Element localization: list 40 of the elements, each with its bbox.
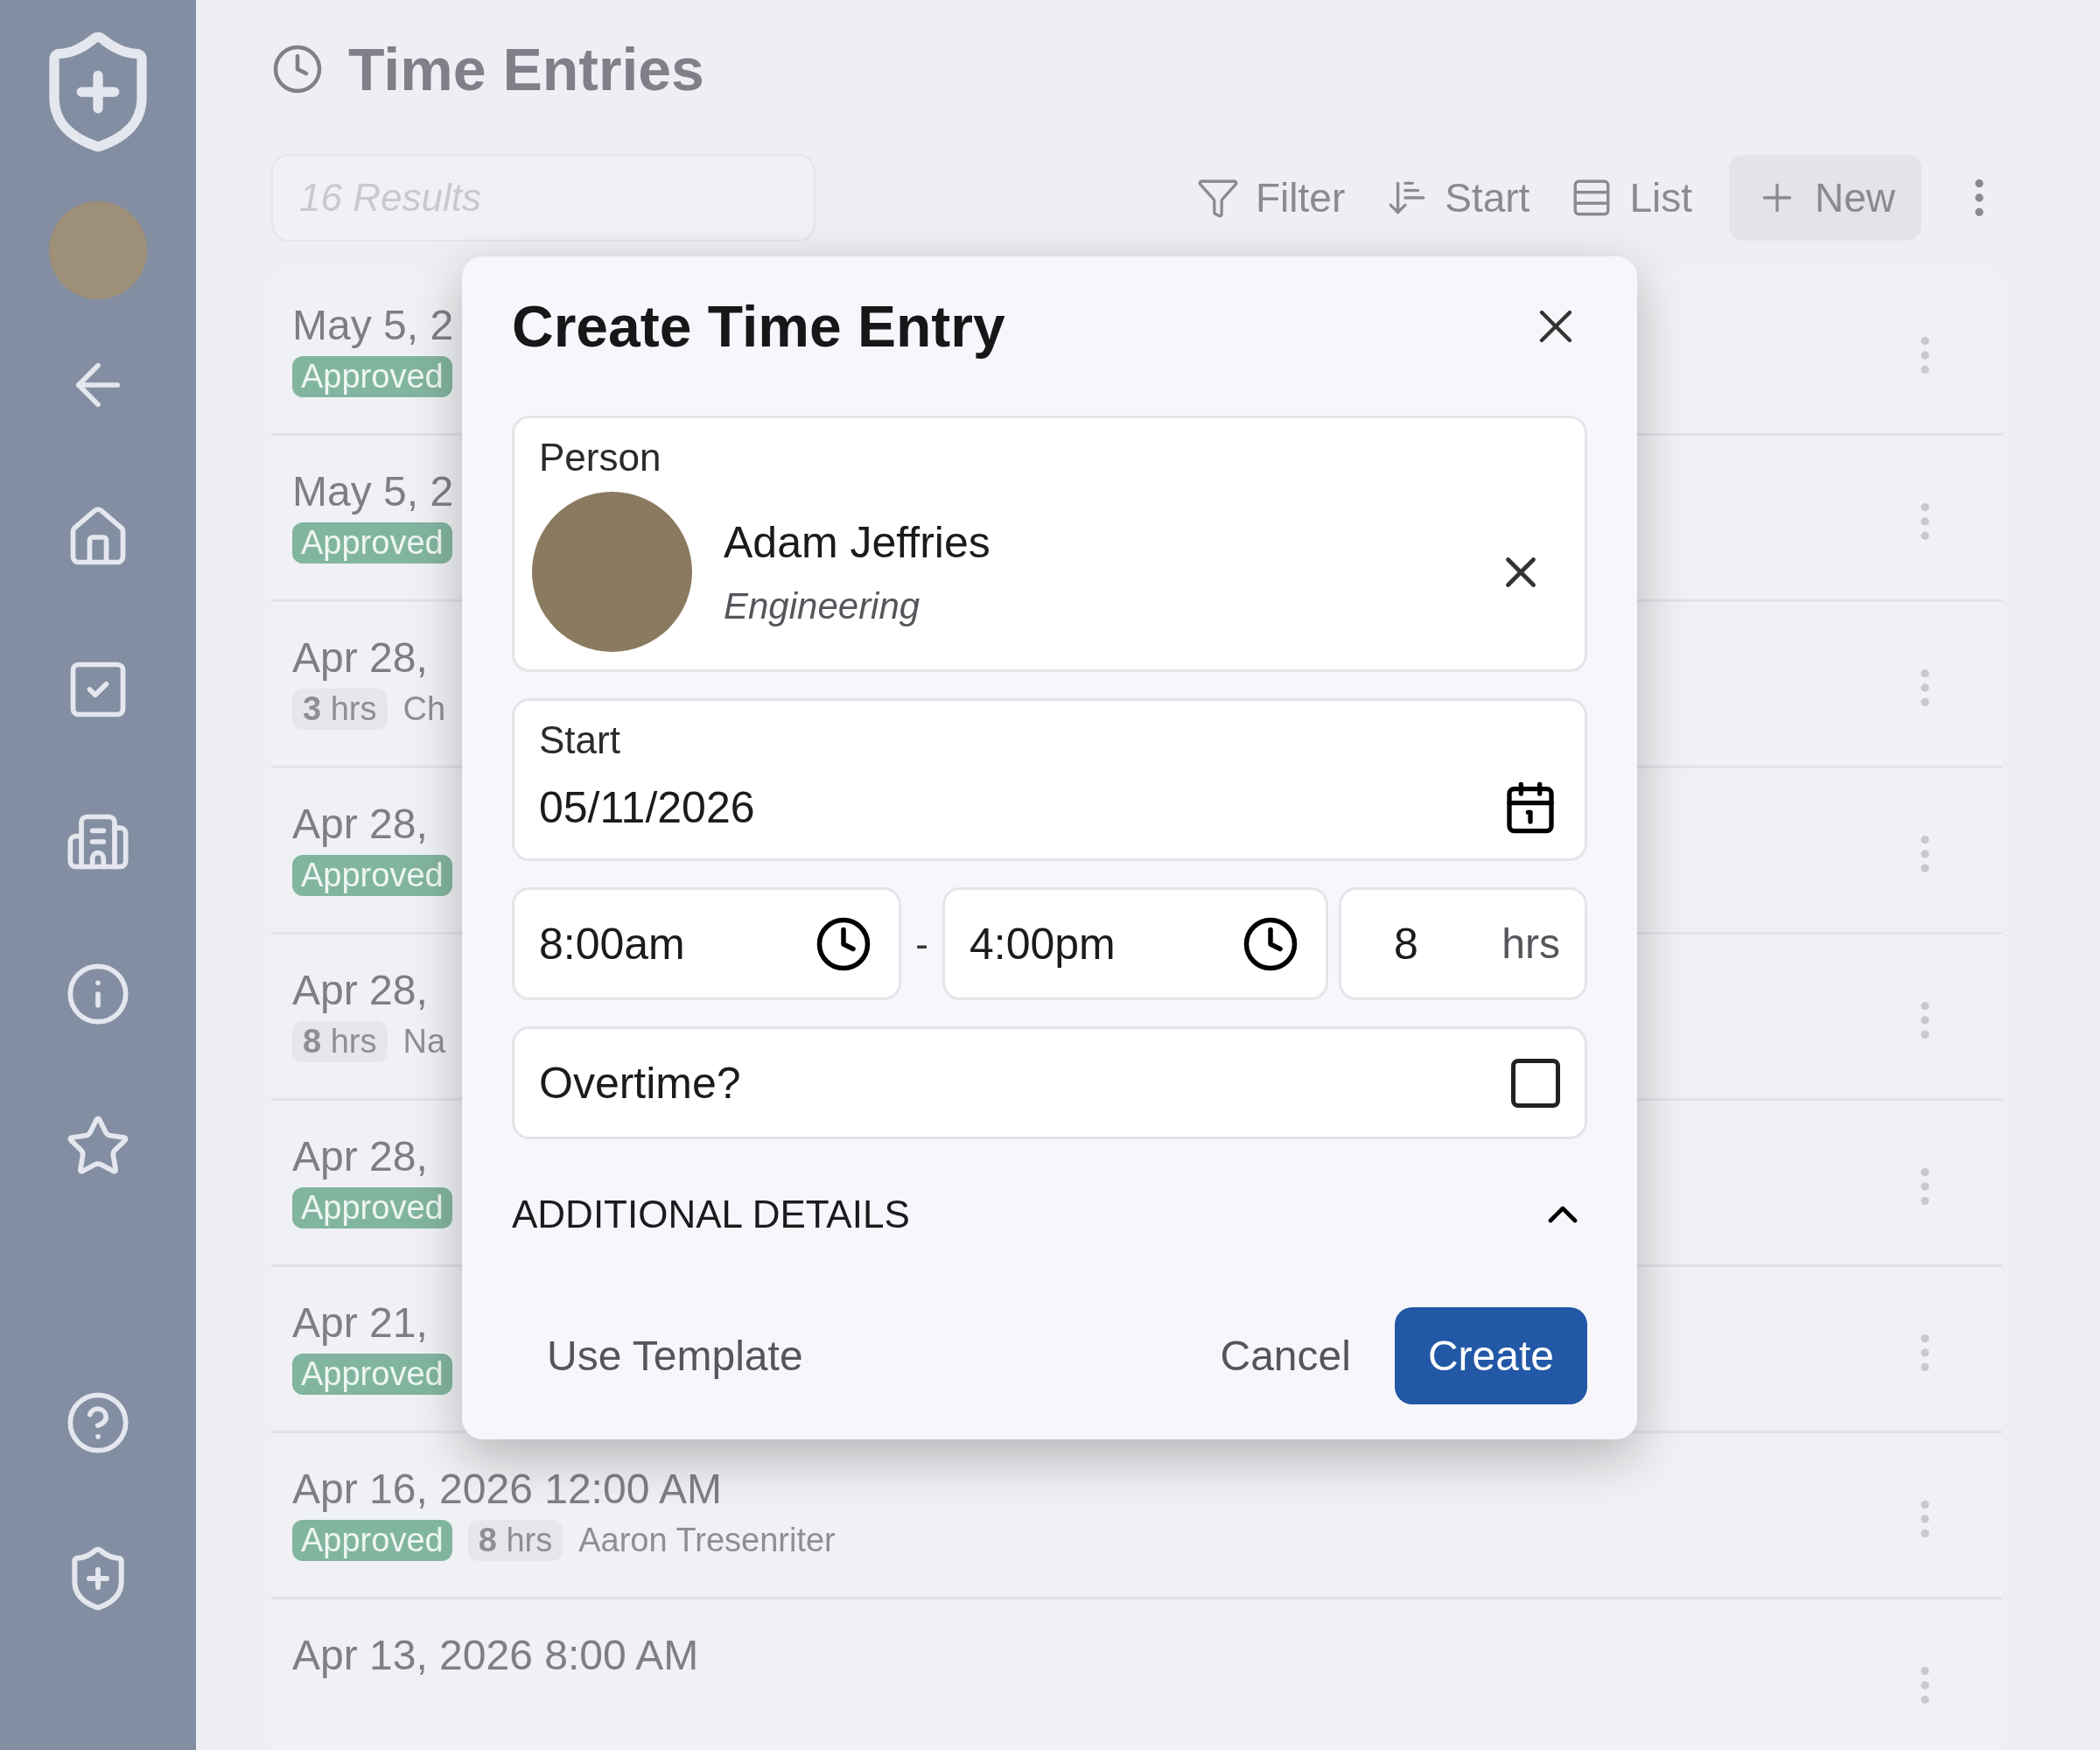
entry-date: Apr 28, — [292, 634, 429, 682]
person-name: Ch — [402, 690, 446, 728]
status-badge: Approved — [292, 1520, 452, 1561]
entry-date: Apr 28, — [292, 966, 429, 1014]
status-badge: Approved — [292, 522, 452, 564]
text-button[interactable]: Use Template — [512, 1307, 838, 1404]
checkbox[interactable] — [1511, 1058, 1560, 1108]
status-badge: Approved — [292, 1354, 452, 1395]
section-header: ADDITIONAL DETAILS — [512, 1193, 910, 1236]
field-label: Start — [538, 718, 621, 762]
time-separator: - — [914, 921, 929, 966]
entry-date: Apr 28, — [292, 1132, 429, 1180]
field-label: Overtime? — [539, 1057, 741, 1109]
person-name: Aaron Tresenriter — [578, 1522, 836, 1559]
clock-icon — [271, 43, 324, 95]
entry-date: Apr 13, 2026 8:00 AM — [292, 1631, 699, 1679]
entry-date: Apr 16, 2026 12:00 AM — [292, 1465, 723, 1513]
end-time-field[interactable]: 4:00pm — [942, 887, 1328, 1000]
start-time-field[interactable]: 8:00am — [512, 887, 901, 1000]
hours-field[interactable]: 8 hrs — [1339, 887, 1587, 1000]
status-badge: Approved — [292, 855, 452, 896]
hours-badge: 3 hrs — [292, 689, 388, 730]
date-value: 05/11/2026 — [539, 782, 755, 833]
page-title: Time Entries — [348, 35, 704, 103]
entry-date: Apr 28, — [292, 800, 429, 848]
entry-date: May 5, 2 — [292, 301, 454, 349]
status-badge: Approved — [292, 1187, 452, 1228]
text-button[interactable]: Cancel — [1185, 1307, 1386, 1404]
department: Engineering — [724, 584, 921, 627]
dialog-title: Create Time Entry — [512, 293, 1005, 360]
person-name: Na — [402, 1023, 446, 1060]
person-name: Adam Jeffries — [724, 516, 991, 568]
start-field[interactable]: Start 05/11/2026 — [512, 698, 1587, 861]
entry-date: May 5, 2 — [292, 467, 454, 515]
hours-badge: 8 hrs — [467, 1520, 564, 1561]
entry-date: Apr 21, — [292, 1298, 429, 1347]
primary-button[interactable]: Create — [1394, 1307, 1587, 1404]
field-label: Person — [538, 435, 662, 480]
hours-badge: 8 hrs — [292, 1021, 388, 1062]
status-badge: Approved — [292, 356, 452, 397]
